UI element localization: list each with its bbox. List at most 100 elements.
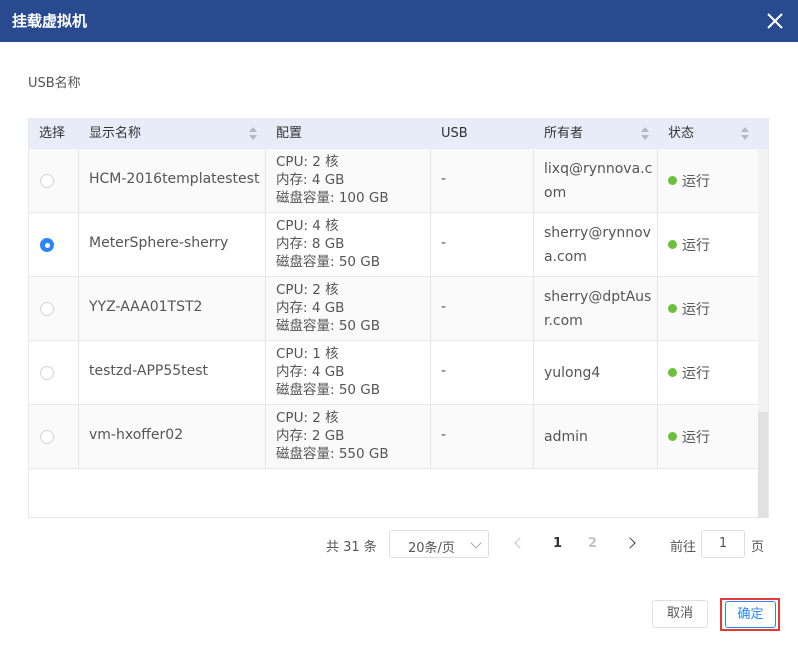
status-cell: 运行 xyxy=(658,149,756,213)
owner-value: lixq@rynnova.com xyxy=(544,161,653,201)
disk-value: 磁盘容量: 100 GB xyxy=(276,190,389,206)
table-row[interactable]: YYZ-AAA01TST2 CPU: 2 核内存: 4 GB 磁盘容量: 50 GB… xyxy=(29,277,768,341)
chevron-right-icon xyxy=(624,537,636,549)
config-cell: CPU: 4 核内存: 8 GB 磁盘容量: 50 GB xyxy=(266,213,431,277)
owner-cell: sherry@rynnova.com xyxy=(534,213,658,277)
table-body: HCM-APP04testCPU: 2 核内存: 4 GB磁盘容量: 50 GB… xyxy=(29,119,768,469)
header-config: 配置 xyxy=(276,126,303,141)
select-cell xyxy=(29,341,79,405)
prev-page-button[interactable] xyxy=(511,536,527,552)
config-text: CPU: 2 核内存: 4 GB 磁盘容量: 100 GB xyxy=(276,153,389,207)
usb-name-label: USB名称 xyxy=(28,76,81,91)
status-dot-icon xyxy=(668,176,677,185)
name-cell: testzd-APP55test xyxy=(79,341,266,405)
owner-value: sherry@rynnova.com xyxy=(544,225,651,265)
table-row[interactable]: HCM-2016templatestest CPU: 2 核内存: 4 GB 磁盘容… xyxy=(29,149,768,213)
owner-value: sherry@dptAusr.com xyxy=(544,289,652,329)
ok-button-highlight: 确定 xyxy=(720,598,780,631)
name-cell: HCM-2016templatestest xyxy=(79,149,266,213)
cancel-button[interactable]: 取消 xyxy=(652,600,708,628)
config-text: CPU: 1 核内存: 4 GB 磁盘容量: 50 GB xyxy=(276,345,380,399)
name-cell: YYZ-AAA01TST2 xyxy=(79,277,266,341)
next-page-button[interactable] xyxy=(624,536,640,552)
row-radio[interactable] xyxy=(40,302,54,316)
select-cell xyxy=(29,149,79,213)
dialog-title: 挂载虚拟机 xyxy=(12,12,88,30)
table-row[interactable]: MeterSphere-sherry CPU: 4 核内存: 8 GB 磁盘容量: … xyxy=(29,213,768,277)
status-badge: 运行 xyxy=(668,235,710,255)
owner-cell: admin xyxy=(534,405,658,469)
close-icon[interactable] xyxy=(764,10,786,32)
usb-cell: - xyxy=(431,405,534,469)
header-status[interactable]: 状态 xyxy=(658,119,694,149)
disk-value: 磁盘容量: 550 GB xyxy=(276,446,389,462)
select-cell xyxy=(29,405,79,469)
usb-value: - xyxy=(441,235,447,251)
page-size-select[interactable]: 20条/页 xyxy=(389,530,489,558)
config-text: CPU: 2 核内存: 2 GB 磁盘容量: 550 GB xyxy=(276,409,389,463)
status-dot-icon xyxy=(668,432,677,441)
config-cell: CPU: 2 核内存: 4 GB 磁盘容量: 50 GB xyxy=(266,277,431,341)
usb-cell: - xyxy=(431,341,534,405)
vm-name: HCM-2016templatestest xyxy=(89,171,260,187)
status-badge: 运行 xyxy=(668,171,710,191)
cpu-value: CPU: 1 核 xyxy=(276,346,339,362)
chevron-down-icon xyxy=(470,537,482,549)
row-radio[interactable] xyxy=(40,366,54,380)
mem-value: 内存: 4 GB xyxy=(276,364,345,380)
disk-value: 磁盘容量: 50 GB xyxy=(276,318,381,334)
row-radio[interactable] xyxy=(40,430,54,444)
cpu-value: CPU: 2 核 xyxy=(276,154,339,170)
owner-cell: lixq@rynnova.com xyxy=(534,149,658,213)
table-header: 选择 显示名称 配置 USB 所有者 状态 xyxy=(29,119,768,149)
goto-page-input[interactable]: 1 xyxy=(701,530,745,558)
header-name[interactable]: 显示名称 xyxy=(79,119,141,149)
goto-label: 前往 xyxy=(670,540,697,555)
name-cell: vm-hxoffer02 xyxy=(79,405,266,469)
vm-name: vm-hxoffer02 xyxy=(89,427,184,443)
disk-value: 磁盘容量: 50 GB xyxy=(276,254,381,270)
status-text: 运行 xyxy=(682,366,710,382)
page-size-value: 20条/页 xyxy=(408,541,455,556)
status-dot-icon xyxy=(668,368,677,377)
usb-value: - xyxy=(441,299,447,315)
scrollbar-thumb[interactable] xyxy=(758,412,768,518)
page-number-2[interactable]: 2 xyxy=(588,536,597,551)
status-text: 运行 xyxy=(682,238,710,254)
sort-name-icon[interactable] xyxy=(249,127,257,141)
header-owner[interactable]: 所有者 xyxy=(534,119,583,149)
row-radio[interactable] xyxy=(40,174,54,188)
page-number-1[interactable]: 1 xyxy=(553,536,562,551)
sort-status-icon[interactable] xyxy=(741,127,749,141)
table-row[interactable]: vm-hxoffer02 CPU: 2 核内存: 2 GB 磁盘容量: 550 GB… xyxy=(29,405,768,469)
owner-value: admin xyxy=(544,429,588,445)
vm-name: MeterSphere-sherry xyxy=(89,235,229,251)
status-text: 运行 xyxy=(682,302,710,318)
usb-value: - xyxy=(441,171,447,187)
status-dot-icon xyxy=(668,304,677,313)
ok-button[interactable]: 确定 xyxy=(725,601,776,628)
select-cell xyxy=(29,213,79,277)
table-row[interactable]: testzd-APP55test CPU: 1 核内存: 4 GB 磁盘容量: 50… xyxy=(29,341,768,405)
status-badge: 运行 xyxy=(668,363,710,383)
config-cell: CPU: 2 核内存: 4 GB 磁盘容量: 100 GB xyxy=(266,149,431,213)
cpu-value: CPU: 2 核 xyxy=(276,282,339,298)
config-cell: CPU: 1 核内存: 4 GB 磁盘容量: 50 GB xyxy=(266,341,431,405)
usb-cell: - xyxy=(431,149,534,213)
mem-value: 内存: 8 GB xyxy=(276,236,345,252)
mem-value: 内存: 4 GB xyxy=(276,300,345,316)
disk-value: 磁盘容量: 50 GB xyxy=(276,382,381,398)
chevron-left-icon xyxy=(514,537,526,549)
row-radio[interactable] xyxy=(40,238,54,252)
sort-owner-icon[interactable] xyxy=(641,127,649,141)
config-text: CPU: 2 核内存: 4 GB 磁盘容量: 50 GB xyxy=(276,281,380,335)
page-suffix: 页 xyxy=(751,540,765,555)
config-cell: CPU: 2 核内存: 2 GB 磁盘容量: 550 GB xyxy=(266,405,431,469)
status-text: 运行 xyxy=(682,174,710,190)
header-select: 选择 xyxy=(39,126,66,141)
vm-table: HCM-APP04testCPU: 2 核内存: 4 GB磁盘容量: 50 GB… xyxy=(28,118,769,518)
status-text: 运行 xyxy=(682,430,710,446)
select-cell xyxy=(29,277,79,341)
owner-cell: yulong4 xyxy=(534,341,658,405)
status-cell: 运行 xyxy=(658,213,756,277)
